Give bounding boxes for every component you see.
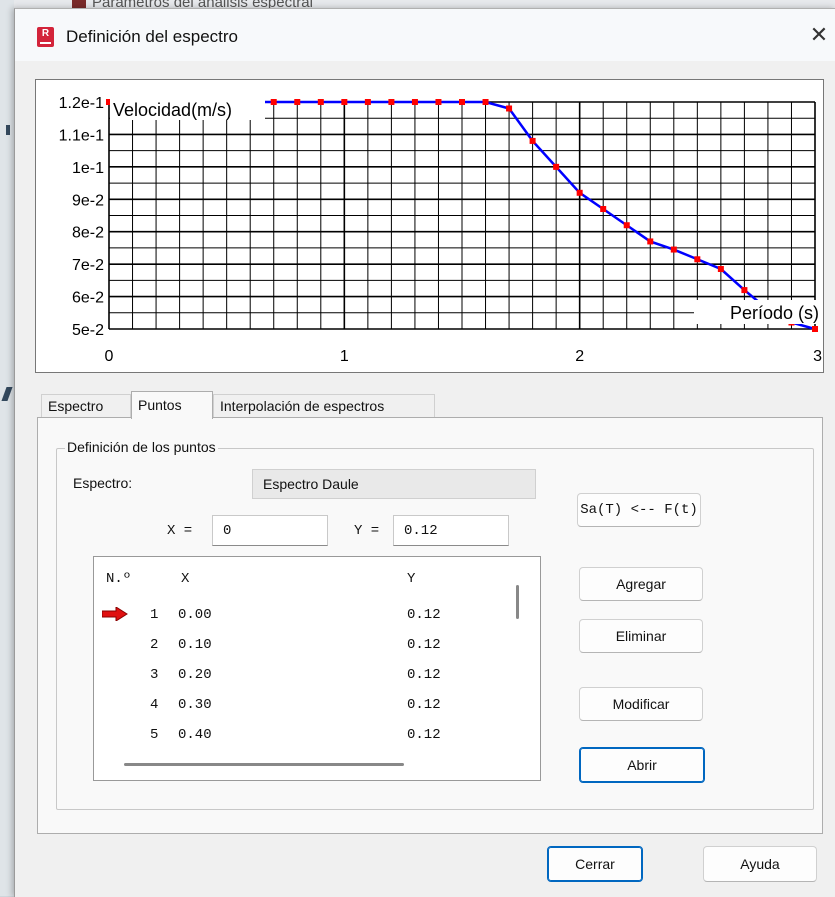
data-point-marker	[623, 222, 630, 229]
row-y-value: 0.12	[407, 667, 441, 683]
points-definition-group: Definición de los puntos Espectro: Espec…	[56, 439, 814, 810]
x-axis-title: Período (s)	[730, 303, 819, 323]
row-x-value: 0.40	[178, 727, 212, 743]
data-point-marker	[812, 326, 818, 332]
background-marker	[1, 387, 13, 401]
y-label: Y =	[354, 523, 380, 539]
y-axis-title: Velocidad(m/s)	[113, 100, 232, 120]
data-point-marker	[317, 99, 324, 105]
y-tick-label: 7e-2	[72, 257, 104, 274]
vertical-scrollbar[interactable]	[516, 585, 519, 619]
close-icon[interactable]: ✕	[807, 22, 831, 48]
modify-button[interactable]: Modificar	[579, 687, 703, 721]
spectrum-name-field[interactable]: Espectro Daule	[252, 469, 536, 499]
y-tick-label: 8e-2	[72, 225, 104, 242]
row-number: 5	[150, 727, 159, 743]
x-tick-label: 3	[813, 348, 822, 365]
data-point-marker	[341, 99, 348, 105]
data-point-marker	[600, 206, 607, 213]
points-list[interactable]: N.º X Y 1 0.00 0.12 2 0.10 0.12 3 0.20 0…	[93, 556, 541, 781]
background-marker	[6, 125, 10, 135]
x-input[interactable]: 0	[212, 515, 328, 546]
row-number: 1	[150, 607, 159, 623]
spectrum-label: Espectro:	[73, 475, 133, 491]
data-point-marker	[576, 189, 583, 196]
column-header-number[interactable]: N.º	[106, 571, 131, 587]
background-left-strip: ficheros	[0, 0, 14, 896]
tab-interpolacion[interactable]: Interpolación de espectros	[213, 394, 435, 418]
row-y-value: 0.12	[407, 607, 441, 623]
app-icon-letter: R	[41, 28, 50, 39]
data-point-marker	[647, 238, 654, 245]
help-button[interactable]: Ayuda	[703, 846, 817, 882]
data-point-marker	[411, 99, 418, 105]
row-x-value: 0.30	[178, 697, 212, 713]
row-number: 3	[150, 667, 159, 683]
data-point-marker	[270, 99, 277, 105]
x-label: X =	[167, 523, 193, 539]
points-tab-panel: Definición de los puntos Espectro: Espec…	[37, 417, 823, 834]
y-tick-label: 6e-2	[72, 290, 104, 307]
background-side-text: ficheros	[0, 150, 1, 189]
x-tick-label: 1	[340, 348, 349, 365]
group-title: Definición de los puntos	[65, 439, 218, 455]
row-y-value: 0.12	[407, 697, 441, 713]
y-tick-label: 1.1e-1	[59, 127, 104, 144]
delete-button[interactable]: Eliminar	[579, 619, 703, 653]
row-y-value: 0.12	[407, 727, 441, 743]
row-x-value: 0.10	[178, 637, 212, 653]
data-point-marker	[294, 99, 301, 105]
horizontal-scrollbar[interactable]	[124, 763, 404, 766]
y-tick-label: 9e-2	[72, 192, 104, 209]
data-point-marker	[435, 99, 442, 105]
dialog-title: Definición del espectro	[66, 27, 238, 46]
close-button[interactable]: Cerrar	[547, 846, 643, 882]
data-point-marker	[670, 246, 677, 253]
column-header-x[interactable]: X	[181, 571, 189, 587]
tab-espectro[interactable]: Espectro	[41, 394, 131, 418]
row-x-value: 0.20	[178, 667, 212, 683]
row-x-value: 0.00	[178, 607, 212, 623]
data-point-marker	[388, 99, 395, 105]
data-point-marker	[717, 266, 724, 273]
open-button[interactable]: Abrir	[579, 747, 705, 783]
data-point-marker	[364, 99, 371, 105]
spectrum-graph: 1.2e-1 1.1e-1 1e-1 9e-2 8e-2 7e-2 6e-2 5e-2 0 1 2 3…	[35, 79, 824, 373]
data-point-marker	[529, 137, 536, 144]
data-point-marker	[506, 105, 513, 112]
spectrum-chart: 1.2e-1 1.1e-1 1e-1 9e-2 8e-2 7e-2 6e-2 5e-20 1 2 3…	[59, 95, 822, 365]
add-button[interactable]: Agregar	[579, 567, 703, 601]
row-number: 4	[150, 697, 159, 713]
data-point-marker	[459, 99, 465, 105]
tab-puntos[interactable]: Puntos	[131, 391, 213, 419]
current-row-arrow-icon	[102, 607, 128, 621]
y-tick-label: 5e-2	[72, 322, 104, 339]
data-point-marker	[482, 99, 489, 105]
title-bar[interactable]: R Definición del espectro ✕	[15, 9, 835, 61]
y-input[interactable]: 0.12	[393, 515, 509, 546]
robot-app-icon: R	[37, 27, 54, 47]
y-tick-label: 1.2e-1	[59, 95, 104, 112]
row-number: 2	[150, 637, 159, 653]
data-point-marker	[553, 163, 560, 170]
spectrum-definition-dialog: R Definición del espectro ✕ 1.2e-1 1.1e-1…	[14, 8, 835, 897]
x-tick-label: 2	[575, 348, 584, 365]
y-tick-label: 1e-1	[72, 160, 104, 177]
x-tick-label: 0	[105, 348, 114, 365]
column-header-y[interactable]: Y	[407, 571, 415, 587]
data-point-marker	[694, 256, 701, 263]
data-point-marker	[741, 287, 748, 294]
background-app-icon	[72, 0, 86, 8]
sa-from-ft-button[interactable]: Sa(T) <-- F(t)	[577, 493, 701, 527]
row-y-value: 0.12	[407, 637, 441, 653]
